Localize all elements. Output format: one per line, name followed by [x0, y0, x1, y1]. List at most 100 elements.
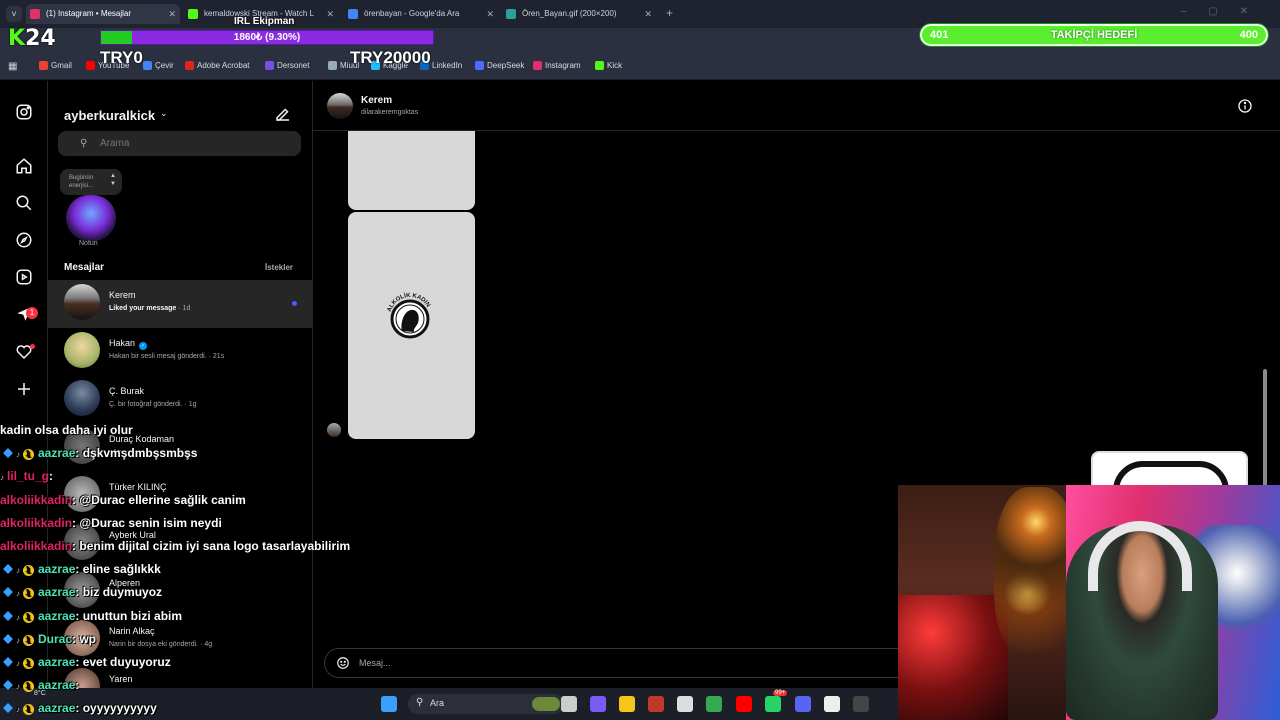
bookmark-gmail[interactable]: Gmail: [39, 61, 72, 70]
stream-chat-message: ♪ 1 aazrae: unuttun bizi abim: [0, 609, 182, 623]
subscriber-badge-icon: [3, 680, 13, 691]
capcut-icon[interactable]: [824, 696, 840, 712]
discord-icon[interactable]: [795, 696, 811, 712]
youtube-icon[interactable]: [736, 696, 752, 712]
emoji-icon[interactable]: [336, 656, 350, 670]
stream-chat-message: alkoliikkadin: benim dijital cizim iyi s…: [0, 539, 350, 553]
obs-icon[interactable]: [853, 696, 869, 712]
subscriber-badge-icon: [3, 587, 13, 598]
copilot-icon[interactable]: [590, 696, 606, 712]
tab-2[interactable]: örenbayan - Google'da Ara ✕: [344, 4, 498, 24]
tab-title: Ören_Bayan.gif (200×200): [522, 9, 617, 18]
bookmark-icon: [475, 61, 484, 70]
tier-badge-icon: 1: [23, 611, 34, 623]
my-note-avatar[interactable]: [66, 195, 116, 241]
account-switcher[interactable]: ayberkuralkick: [64, 108, 155, 123]
task-view-icon[interactable]: [561, 696, 577, 712]
note-text: Bugünün enerjisi...: [69, 175, 94, 189]
close-tab-icon[interactable]: ✕: [168, 4, 176, 24]
explore-compass-icon[interactable]: [14, 231, 34, 251]
tab-favicon-icon: [188, 9, 198, 19]
chat-text: : benim dijital cizim iyi sana logo tasa…: [72, 539, 351, 553]
windows-start-icon[interactable]: [381, 696, 397, 712]
conversation-info-icon[interactable]: [1237, 98, 1253, 114]
create-plus-icon[interactable]: [14, 380, 34, 400]
shared-image[interactable]: [348, 131, 475, 210]
close-tab-icon[interactable]: ✕: [644, 4, 652, 24]
file-explorer-icon[interactable]: [619, 696, 635, 712]
sender-avatar: [327, 423, 341, 437]
chat-text: : evet duyuyoruz: [75, 655, 171, 669]
notifications-dot: [30, 344, 35, 349]
k24-logo: K24: [8, 26, 56, 51]
bookmark-kick[interactable]: Kick: [595, 61, 622, 70]
conversation-row[interactable]: Hakan ✓ Hakan bir sesli mesaj gönderdi. · …: [48, 328, 313, 376]
chat-username: lil_tu_g: [7, 469, 50, 484]
close-tab-icon[interactable]: ✕: [486, 4, 494, 24]
conversation-name: Türker KILINÇ: [109, 482, 167, 492]
chat-text: : biz duymuyoz: [75, 585, 163, 600]
bookmark-instagram[interactable]: Instagram: [533, 61, 581, 70]
conversation-time: 21s: [212, 353, 225, 360]
close-tab-icon[interactable]: ✕: [326, 4, 334, 24]
tab-0[interactable]: (1) Instagram • Mesajlar ✕: [26, 4, 180, 24]
note-bubble[interactable]: Bugünün enerjisi... ▲ ▼: [60, 169, 122, 195]
tab-title: (1) Instagram • Mesajlar: [46, 9, 132, 18]
chat-text: : eline sağlıkkk: [75, 562, 161, 577]
conversation-row[interactable]: Kerem Liked your message · 1d: [48, 280, 313, 328]
bookmark-deepseek[interactable]: DeepSeek: [475, 61, 524, 70]
stream-chat-message: ♪ lil_tu_g:: [0, 469, 53, 483]
chat-avatar[interactable]: [327, 93, 353, 119]
bookmark-dersonet[interactable]: Dersonet: [265, 61, 309, 70]
search-highlight-icon: [532, 697, 560, 711]
search-icon[interactable]: [14, 194, 34, 214]
chat-contact-name[interactable]: Kerem: [361, 95, 392, 106]
store-icon[interactable]: [677, 696, 693, 712]
chat-username: aazrae: [38, 655, 76, 669]
bookmark-çevir[interactable]: Çevir: [143, 61, 174, 70]
reels-icon[interactable]: [14, 268, 34, 288]
conversation-preview: Hakan bir sesli mesaj gönderdi.: [109, 353, 207, 360]
conversation-name: Yaren: [109, 674, 133, 684]
home-icon[interactable]: [14, 157, 34, 177]
note-scroll-arrows-icon[interactable]: ▲ ▼: [110, 172, 116, 188]
new-tab-icon[interactable]: +: [666, 6, 673, 20]
chrome-icon[interactable]: [706, 696, 722, 712]
search-input[interactable]: [100, 135, 290, 152]
donation-goal-title: IRL Ekipman: [234, 16, 295, 27]
reply-arrow-icon: ♪: [16, 705, 20, 715]
instagram-logo-icon[interactable]: [14, 103, 34, 123]
message-composer[interactable]: [324, 648, 924, 678]
subscriber-badge-icon: [3, 564, 13, 575]
shared-logo-image[interactable]: ALKOLİK KADIN: [348, 212, 475, 439]
conversation-row[interactable]: Ç. Burak Ç. bir fotoğraf gönderdi. · 1g: [48, 376, 313, 424]
chevron-down-icon[interactable]: ⌄: [160, 108, 168, 119]
chat-username: aazrae: [38, 585, 76, 600]
follower-goal-label: TAKİPÇİ HEDEFİ: [1050, 29, 1138, 41]
conversation-preview: Narin bir dosya eki gönderdi.: [109, 641, 199, 648]
whatsapp-icon[interactable]: 99+: [765, 690, 788, 712]
chat-username: aazrae: [38, 678, 76, 693]
subscriber-badge-icon: [3, 448, 13, 459]
unread-dot: [292, 301, 297, 306]
stream-chat-message: kadin olsa daha iyi olur: [0, 423, 133, 437]
bookmark-icon: [328, 61, 337, 70]
tab-menu-chevron-icon[interactable]: ˅: [6, 6, 22, 22]
requests-link[interactable]: İstekler: [265, 263, 293, 272]
chat-text: : @Durac senin isim neydi: [72, 515, 222, 530]
new-message-compose-icon[interactable]: [274, 105, 292, 123]
tab-3[interactable]: Ören_Bayan.gif (200×200) ✕: [502, 4, 656, 24]
window-controls[interactable]: –▢✕: [1181, 6, 1270, 17]
search-box[interactable]: ⚲: [58, 131, 301, 156]
avatar: [64, 380, 100, 416]
message-input[interactable]: [359, 655, 899, 671]
taskbar-search[interactable]: ⚲ Ara: [408, 694, 564, 714]
conversation-time: 1g: [188, 401, 197, 408]
chat-text: : oyyyyyyyyyy: [75, 701, 157, 716]
bookmark-adobe-acrobat[interactable]: Adobe Acrobat: [185, 61, 249, 70]
tier-badge-icon: 1: [23, 449, 34, 461]
tier-badge-icon: 1: [23, 565, 34, 577]
apps-grid-icon[interactable]: ▦: [8, 61, 17, 72]
avatar: [64, 332, 100, 368]
voicemeeter-icon[interactable]: [648, 696, 664, 712]
